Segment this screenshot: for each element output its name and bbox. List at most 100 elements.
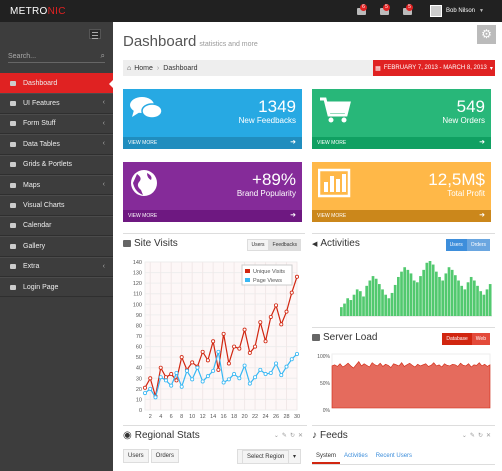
x-tick-label: 18 xyxy=(231,414,237,420)
sidebar-item-grids-portlets[interactable]: Grids & Portlets xyxy=(0,154,113,175)
search-input[interactable]: Search... ⌕ xyxy=(8,50,105,63)
x-tick-label: 28 xyxy=(283,414,289,420)
data-point xyxy=(158,365,163,370)
reload-icon[interactable]: ↻ xyxy=(290,432,295,439)
activity-bar xyxy=(362,296,365,316)
sidebar-item-dashboard[interactable]: Dashboard xyxy=(0,73,113,94)
x-tick-label: 4 xyxy=(159,414,162,420)
reload-icon[interactable]: ↻ xyxy=(478,432,483,439)
config-icon[interactable]: ✎ xyxy=(470,432,475,439)
portlet-tools: ⌄ ✎ ↻ ✕ xyxy=(462,432,491,439)
sidebar-item-ui-features[interactable]: UI Features ‹ xyxy=(0,93,113,114)
sidebar-item-login-page[interactable]: Login Page xyxy=(0,276,113,298)
data-point xyxy=(190,377,195,382)
breadcrumb: ⌂ Home › Dashboard ▦ FEBRUARY 7, 2013 - MA… xyxy=(123,60,495,76)
view-more-link[interactable]: VIEW MORE ➜ xyxy=(312,137,491,149)
x-tick-label: 14 xyxy=(210,414,216,420)
calendar-icon: ▦ xyxy=(375,65,381,72)
tile-label: New Feedbacks xyxy=(238,116,296,125)
portlet-title: Server Load xyxy=(323,332,378,343)
config-icon[interactable]: ✎ xyxy=(282,432,287,439)
web-button[interactable]: Web xyxy=(471,333,490,345)
menu-item-icon xyxy=(9,222,17,229)
sidebar-item-maps[interactable]: Maps ‹ xyxy=(0,174,113,196)
select-region-dropdown[interactable]: Select Region ▾ xyxy=(236,449,301,464)
logo[interactable]: METRONIC xyxy=(10,6,66,17)
server-load-portlet: Server Load Database Web 100% 50% 0% xyxy=(312,327,495,427)
cart-icon xyxy=(318,95,352,125)
database-button[interactable]: Database xyxy=(442,333,472,345)
collapse-icon[interactable]: ⌄ xyxy=(462,432,467,439)
close-icon[interactable]: ✕ xyxy=(298,432,303,439)
server-load-area xyxy=(331,361,491,409)
data-point xyxy=(216,349,221,354)
view-more-label: VIEW MORE xyxy=(128,213,158,219)
sidebar-item-visual-charts[interactable]: Visual Charts xyxy=(0,195,113,216)
activity-bar xyxy=(397,276,400,316)
activity-bar xyxy=(422,269,426,316)
portlet-tools: ⌄ ✎ ↻ ✕ xyxy=(274,432,303,439)
data-point xyxy=(142,391,147,396)
data-point xyxy=(247,381,252,386)
data-point xyxy=(200,379,205,384)
stat-tile: 12,5M$ Total Profit VIEW MORE ➜ xyxy=(312,162,491,222)
tab-activities[interactable]: Activities xyxy=(340,450,372,464)
sidebar-item-form-stuff[interactable]: Form Stuff ‹ xyxy=(0,113,113,135)
orders-button[interactable]: Orders xyxy=(466,239,490,251)
menu-item-icon xyxy=(9,202,17,209)
activity-bar xyxy=(390,292,394,316)
tile-label: New Orders xyxy=(442,116,485,125)
activity-bar xyxy=(393,284,397,316)
tab-users[interactable]: Users xyxy=(123,449,149,463)
data-point xyxy=(211,368,216,373)
activity-bar xyxy=(435,271,438,316)
chart-icon xyxy=(123,240,131,247)
view-more-link[interactable]: VIEW MORE ➜ xyxy=(123,137,302,149)
inbox-badge: 5 xyxy=(383,4,390,11)
search-icon[interactable]: ⌕ xyxy=(101,51,105,61)
chevron-left-icon: ‹ xyxy=(102,119,105,127)
breadcrumb-home[interactable]: Home xyxy=(134,65,153,72)
sidebar-item-calendar[interactable]: Calendar xyxy=(0,215,113,237)
users-button[interactable]: Users xyxy=(247,239,269,251)
sidebar-toggle-icon[interactable] xyxy=(89,29,101,39)
arrow-right-icon: ➜ xyxy=(290,139,296,146)
y-tick-label: 120 xyxy=(133,281,142,287)
sidebar-item-extra[interactable]: Extra ‹ xyxy=(0,256,113,277)
tab-system[interactable]: System xyxy=(312,450,341,464)
close-icon[interactable]: ✕ xyxy=(486,432,491,439)
sidebar-item-gallery[interactable]: Gallery xyxy=(0,236,113,257)
envelope-icon[interactable]: 5 xyxy=(380,4,390,17)
tasks-badge: 5 xyxy=(406,4,413,11)
data-point xyxy=(158,375,163,380)
user-menu[interactable]: Bob Nilson ▼ xyxy=(430,4,484,18)
chevron-down-icon: ▼ xyxy=(479,8,484,14)
activity-bar xyxy=(381,289,384,316)
bell-icon[interactable]: 6 xyxy=(357,4,367,17)
view-more-link[interactable]: VIEW MORE ➜ xyxy=(312,210,491,222)
view-more-link[interactable]: VIEW MORE ➜ xyxy=(123,210,302,222)
sidebar-item-label: Dashboard xyxy=(23,79,58,87)
data-point xyxy=(258,367,263,372)
sidebar-item-data-tables[interactable]: Data Tables ‹ xyxy=(0,134,113,155)
tasks-icon[interactable]: 5 xyxy=(403,4,413,17)
main-content: Dashboard statistics and more ⚙ ⌂ Home › D… xyxy=(113,22,502,471)
arrow-right-icon: ➜ xyxy=(290,212,296,219)
sidebar-item-label: Calendar xyxy=(23,222,52,230)
data-point xyxy=(169,372,174,377)
tab-orders[interactable]: Orders xyxy=(150,449,180,463)
tab-recent-users[interactable]: Recent Users xyxy=(372,450,416,464)
data-point xyxy=(184,368,189,373)
users-button[interactable]: Users xyxy=(445,239,467,251)
legend-label: Page Views xyxy=(253,278,282,284)
feedbacks-button[interactable]: Feedbacks xyxy=(268,239,301,251)
data-point xyxy=(274,361,279,366)
server-load-chart: 100% 50% 0% xyxy=(317,353,491,414)
activity-bar xyxy=(476,285,479,316)
data-point xyxy=(169,383,174,388)
date-range-picker[interactable]: ▦ FEBRUARY 7, 2013 - MARCH 8, 2013 ▾ xyxy=(373,60,495,76)
tile-number: +89% xyxy=(252,170,296,189)
activity-bar xyxy=(368,280,372,316)
gear-icon[interactable]: ⚙ xyxy=(477,25,496,44)
collapse-icon[interactable]: ⌄ xyxy=(274,432,279,439)
